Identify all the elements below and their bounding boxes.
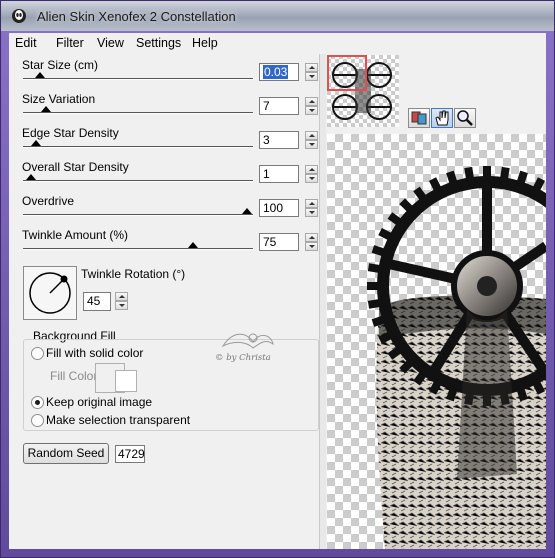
- slider-star-size-cm-thumb[interactable]: [34, 72, 45, 78]
- spin-up-icon[interactable]: [305, 199, 318, 208]
- spin-down-icon[interactable]: [305, 72, 318, 81]
- random-seed-button[interactable]: Random Seed: [23, 443, 109, 464]
- twinkle-rotation-label: Twinkle Rotation (°): [81, 267, 186, 281]
- radio-fill-solid[interactable]: [31, 347, 44, 360]
- slider-star-size-cm-spinner[interactable]: [305, 63, 318, 81]
- slider-star-size-cm-field[interactable]: 0.03: [259, 63, 299, 81]
- slider-overall-star-density-spinner[interactable]: [305, 165, 318, 183]
- spin-down-icon[interactable]: [305, 174, 318, 183]
- menu-filter[interactable]: Filter: [56, 36, 84, 50]
- slider-overall-star-density-field[interactable]: 1: [259, 165, 299, 183]
- slider-twinkle-amount-track[interactable]: [23, 248, 253, 250]
- spin-down-icon[interactable]: [115, 301, 128, 310]
- slider-overdrive-thumb[interactable]: [242, 208, 252, 214]
- hand-tool-button[interactable]: [431, 108, 453, 128]
- rotation-dial[interactable]: [23, 266, 77, 320]
- radio-make-transparent-label[interactable]: Make selection transparent: [46, 413, 190, 427]
- alien-skin-icon: [12, 9, 26, 23]
- menu-bar: Edit Filter View Settings Help: [9, 33, 546, 55]
- slider-overall-star-density-label: Overall Star Density: [22, 160, 129, 174]
- slider-twinkle-amount-value: 75: [263, 235, 277, 249]
- preview-canvas[interactable]: [327, 134, 546, 549]
- slider-twinkle-amount-spinner[interactable]: [305, 233, 318, 251]
- menu-help[interactable]: Help: [192, 36, 218, 50]
- spin-up-icon[interactable]: [305, 97, 318, 106]
- spin-down-icon[interactable]: [305, 208, 318, 217]
- spin-up-icon[interactable]: [305, 233, 318, 242]
- slider-size-variation-label: Size Variation: [22, 92, 96, 106]
- watermark-text: © by Christa: [215, 353, 271, 363]
- title-bar[interactable]: Alien Skin Xenofex 2 Constellation: [1, 1, 554, 31]
- slider-star-size-cm-label: Star Size (cm): [22, 58, 99, 72]
- radio-keep-original-label[interactable]: Keep original image: [46, 395, 152, 409]
- slider-overall-star-density-value: 1: [263, 167, 270, 181]
- slider-overdrive-track[interactable]: [23, 214, 253, 216]
- slider-edge-star-density-label: Edge Star Density: [22, 126, 119, 140]
- dial-icon: [29, 272, 71, 314]
- hand-icon: [435, 110, 449, 126]
- dialog-body: Star Size (cm) 0.03 Size Variation 7 Edge St…: [9, 54, 546, 549]
- slider-overdrive-field[interactable]: 100: [259, 199, 299, 217]
- slider-edge-star-density-track[interactable]: [23, 146, 253, 148]
- radio-make-transparent[interactable]: [31, 414, 44, 427]
- slider-overall-star-density-thumb[interactable]: [26, 174, 37, 180]
- gear-tooth: [483, 166, 491, 180]
- slider-star-size-cm-value: 0.03: [263, 65, 289, 79]
- fill-color-label: Fill Color: [50, 369, 98, 383]
- slider-edge-star-density-value: 3: [263, 133, 270, 147]
- spin-down-icon[interactable]: [305, 242, 318, 251]
- menu-edit[interactable]: Edit: [15, 36, 37, 50]
- slider-star-size-cm-track[interactable]: [23, 78, 253, 80]
- spin-down-icon[interactable]: [305, 106, 318, 115]
- preview-toggle-button[interactable]: [408, 108, 430, 128]
- spin-up-icon[interactable]: [115, 292, 128, 301]
- slider-size-variation-field[interactable]: 7: [259, 97, 299, 115]
- preview-image: [367, 166, 546, 549]
- radio-keep-original[interactable]: [31, 396, 44, 409]
- slider-size-variation-thumb[interactable]: [41, 106, 52, 112]
- navigator-viewport-frame[interactable]: [327, 55, 367, 91]
- fill-color-swatch-secondary[interactable]: [115, 370, 137, 392]
- zoom-tool-button[interactable]: [454, 108, 476, 128]
- zoom-icon: [457, 110, 473, 126]
- spin-up-icon[interactable]: [305, 131, 318, 140]
- slider-size-variation-track[interactable]: [23, 112, 253, 114]
- random-seed-field[interactable]: 4729: [115, 445, 145, 463]
- slider-size-variation-value: 7: [263, 99, 270, 113]
- window-title: Alien Skin Xenofex 2 Constellation: [37, 9, 236, 24]
- twinkle-rotation-field[interactable]: 45: [83, 292, 111, 311]
- slider-twinkle-amount-thumb[interactable]: [187, 242, 198, 248]
- slider-overall-star-density-track[interactable]: [23, 180, 253, 182]
- slider-edge-star-density-spinner[interactable]: [305, 131, 318, 149]
- radio-fill-solid-label[interactable]: Fill with solid color: [46, 346, 143, 360]
- spin-up-icon[interactable]: [305, 63, 318, 72]
- gear-tooth: [367, 282, 381, 290]
- menu-view[interactable]: View: [97, 36, 124, 50]
- twinkle-rotation-spinner[interactable]: [115, 292, 128, 310]
- menu-settings[interactable]: Settings: [136, 36, 181, 50]
- slider-twinkle-amount-label: Twinkle Amount (%): [22, 228, 129, 242]
- spin-down-icon[interactable]: [305, 140, 318, 149]
- slider-edge-star-density-thumb[interactable]: [30, 140, 41, 146]
- spin-up-icon[interactable]: [305, 165, 318, 174]
- watermark-flourish: © by Christa: [215, 333, 274, 363]
- panel-divider[interactable]: [319, 54, 326, 549]
- navigator-thumbnail[interactable]: [327, 55, 399, 127]
- app-window: Alien Skin Xenofex 2 Constellation Edit …: [0, 0, 555, 558]
- slider-overdrive-label: Overdrive: [22, 194, 75, 208]
- twinkle-rotation-value: 45: [87, 294, 101, 308]
- slider-overdrive-spinner[interactable]: [305, 199, 318, 217]
- preview-toggle-icon: [411, 111, 427, 125]
- slider-overdrive-value: 100: [263, 201, 284, 215]
- slider-edge-star-density-field[interactable]: 3: [259, 131, 299, 149]
- slider-size-variation-spinner[interactable]: [305, 97, 318, 115]
- slider-twinkle-amount-field[interactable]: 75: [259, 233, 299, 251]
